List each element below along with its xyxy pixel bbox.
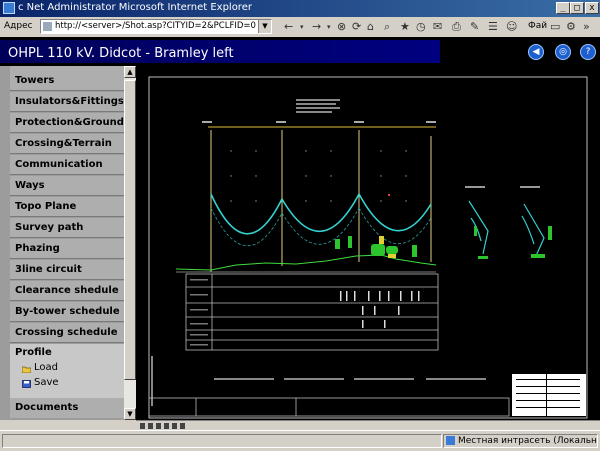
maximize-button[interactable]: □ [570,2,584,14]
sidebar-item-protection[interactable]: Protection&Grounding [10,113,124,133]
ground-profile-line [175,254,437,271]
minimize-button[interactable]: _ [556,2,570,14]
grid-dots [230,150,407,202]
address-input[interactable]: http://<server>/Shot.asp?CITYID=2&PCLFID… [40,19,272,34]
help-icon[interactable]: ? [580,44,596,60]
forward-dropdown-icon[interactable]: ▾ [327,23,331,31]
stop-icon[interactable]: ⊗ [337,20,346,33]
history-icon[interactable]: ◷ [416,20,426,33]
sidebar-item-topo-plane[interactable]: Topo Plane [10,197,124,217]
profile-data-table [185,273,439,351]
page-icon [43,22,52,31]
conductor-curves [210,193,432,235]
sheet-frame [148,76,588,419]
table-ticks [340,291,420,328]
security-zone-panel: Местная интрасеть (Локальн [443,434,598,448]
status-bar: Местная интрасеть (Локальн [0,430,600,451]
clearance-curves [210,207,432,247]
sidebar-item-crossing-terrain[interactable]: Crossing&Terrain [10,134,124,154]
search-icon[interactable]: ⌕ [384,20,390,34]
back-dropdown-icon[interactable]: ▾ [300,23,304,31]
address-dropdown-icon[interactable]: ▼ [258,20,271,33]
app-header: OHPL 110 kV. Didcot - Bramley left ◀ ◎ ? [0,37,600,66]
row-labels [190,279,208,346]
profile-section: Profile Load Save [10,344,124,399]
sidebar-item-crossing-schedule[interactable]: Crossing schedule [10,323,124,343]
sidebar-item-survey-path[interactable]: Survey path [10,218,124,238]
cad-drawing-viewer[interactable] [136,66,600,420]
tower-head-diagram-2 [521,203,545,257]
tower-head-labels [465,186,540,188]
viewer-layer-icon[interactable] [164,423,169,429]
status-text-panel [2,434,442,448]
print-icon[interactable]: ⎙ [452,20,461,34]
chainage-labels [202,121,436,123]
sidebar-item-by-tower-schedule[interactable]: By-tower schedule [10,302,124,322]
scroll-down-button[interactable]: ▼ [124,408,136,420]
title-block [512,374,586,416]
viewer-fit-icon[interactable] [156,423,161,429]
home-icon[interactable]: ⌂ [367,20,374,33]
marker-red [388,194,390,196]
viewer-pan-icon[interactable] [148,423,153,429]
folder-open-icon [22,366,31,373]
sidebar-item-towers[interactable]: Towers [10,71,124,91]
folder-icon[interactable]: ▭ [550,20,560,33]
tools-icon[interactable]: ⚙ [566,20,576,33]
edit-icon[interactable]: ✎ [470,20,479,33]
links-icon[interactable]: » [583,20,590,33]
sidebar-item-communication[interactable]: Communication [10,155,124,175]
drawing-header-text [296,99,340,113]
intranet-zone-icon [446,436,455,445]
header-strip: OHPL 110 kV. Didcot - Bramley left [0,40,440,63]
sidebar-item-clearance-shedule[interactable]: Clearance shedule [10,281,124,301]
refresh-icon[interactable]: ⟳ [352,20,361,33]
profile-save-link[interactable]: Save [34,377,59,388]
sidebar-item-documents[interactable]: Documents [10,398,124,418]
sidebar-scrollbar[interactable]: ▲ ▼ [124,66,136,420]
profile-load-link[interactable]: Load [34,362,58,373]
address-bar: Адрес http://<server>/Shot.asp?CITYID=2&… [0,17,600,38]
back-icon[interactable]: ◀ [528,44,544,60]
sidebar-item-insulators[interactable]: Insulators&Fittings [10,92,124,112]
discuss-icon[interactable]: ☰ [488,20,498,33]
sidebar-item-3line-circuit[interactable]: 3line circuit [10,260,124,280]
back-arrow-icon[interactable]: ← [284,20,293,33]
globe-icon[interactable]: ◎ [555,44,571,60]
forward-arrow-icon[interactable]: → [312,20,321,33]
language-label: Фай [528,21,548,31]
close-button[interactable]: x [585,2,599,14]
sheet-bottom-border [148,397,510,417]
viewer-zoom-icon[interactable] [140,423,145,429]
window-title: c Net Administrator Microsoft Internet E… [18,2,252,13]
mail-icon[interactable]: ✉ [433,20,442,33]
tower-head-diagram-1 [468,200,489,255]
favorites-icon[interactable]: ★ [400,20,410,33]
sidebar-item-phazing[interactable]: Phazing [10,239,124,259]
window-title-bar: c Net Administrator Microsoft Internet E… [0,0,600,17]
viewer-print-icon[interactable] [172,423,177,429]
save-icon [22,380,31,388]
page-title: OHPL 110 kV. Didcot - Bramley left [8,46,234,61]
scroll-thumb[interactable] [124,80,136,380]
address-label: Адрес [4,21,33,31]
zone-label: Местная интрасеть (Локальн [458,436,597,446]
profile-drawing [148,76,588,419]
scroll-up-button[interactable]: ▲ [124,66,136,78]
terrain-features [335,236,417,257]
messenger-icon[interactable]: ☺ [506,20,517,33]
viewer-info-icon[interactable] [180,423,185,429]
sidebar: Towers Insulators&Fittings Protection&Gr… [0,66,124,420]
ie-app-icon [3,2,15,14]
sidebar-item-ways[interactable]: Ways [10,176,124,196]
address-url: http://<server>/Shot.asp?CITYID=2&PCLFID… [55,21,256,31]
profile-label[interactable]: Profile [15,347,52,358]
sheet-notes [151,356,486,406]
